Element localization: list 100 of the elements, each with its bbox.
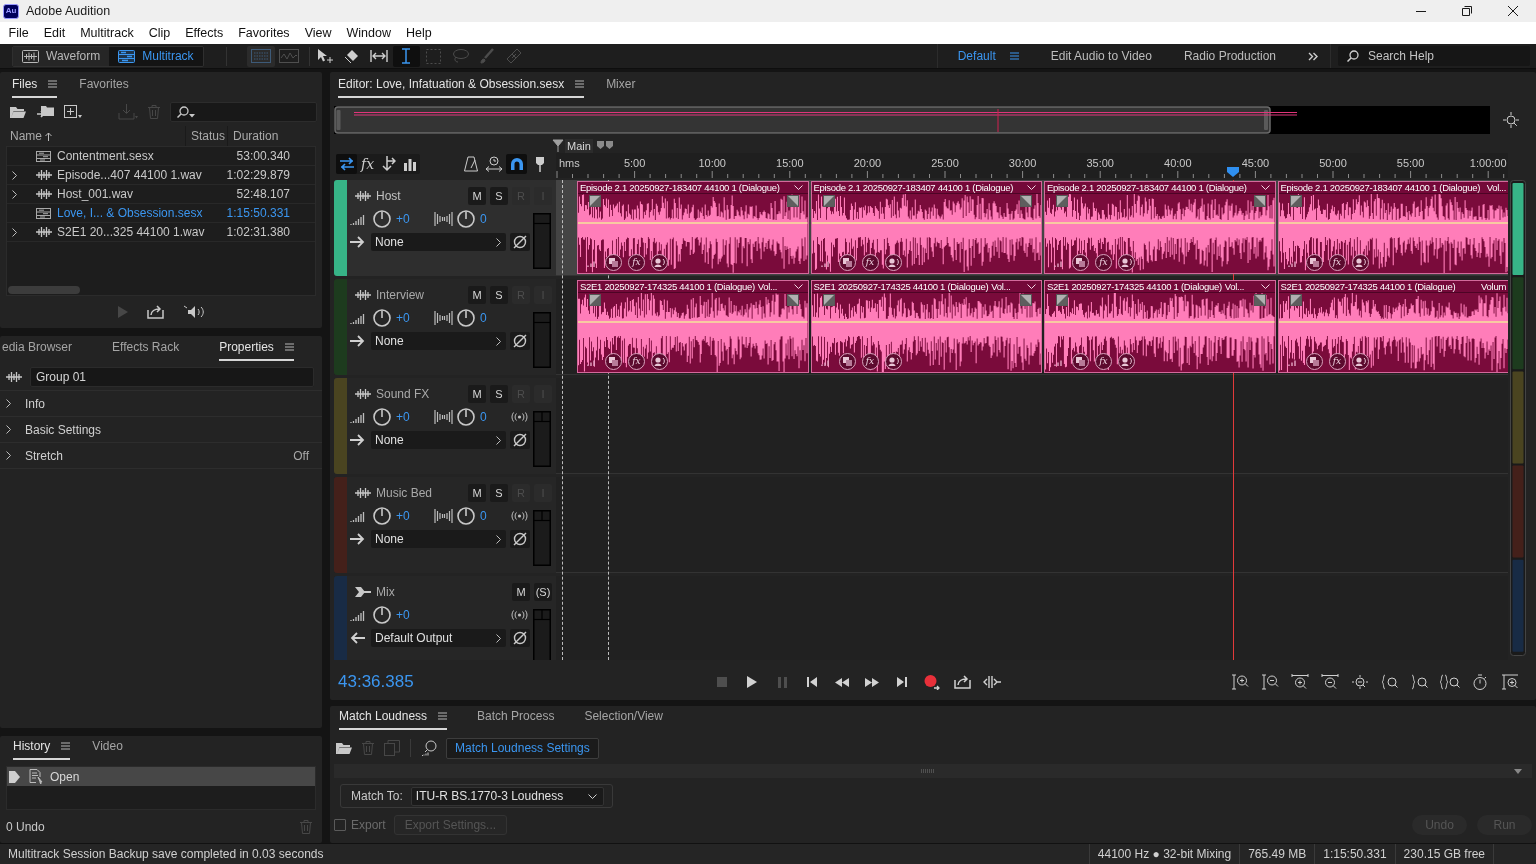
input-dropdown[interactable]: None bbox=[371, 431, 506, 449]
pan-value[interactable]: 0 bbox=[480, 210, 487, 228]
workspace-tab[interactable]: Radio Production bbox=[1183, 47, 1276, 65]
workspace-tab[interactable]: Default bbox=[957, 47, 1019, 65]
skip-to-start-icon[interactable] bbox=[807, 677, 817, 687]
track-button[interactable]: S bbox=[490, 385, 508, 403]
zoom-braces-icon[interactable] bbox=[1439, 674, 1461, 690]
playhead-marker[interactable] bbox=[1227, 167, 1240, 177]
time-selection-tool[interactable] bbox=[392, 45, 420, 67]
audio-clip[interactable]: S2E1 20250927-174325 44100 1 (Dialogue) Vol... fx bbox=[577, 280, 809, 373]
chevron-right-icon[interactable] bbox=[6, 451, 11, 460]
match-loudness-settings-button[interactable]: Match Loudness Settings bbox=[446, 737, 599, 759]
box-arrow-icon[interactable] bbox=[146, 305, 164, 319]
split-arrows-icon[interactable] bbox=[983, 676, 1001, 688]
voice-badge-icon[interactable] bbox=[1351, 254, 1369, 271]
box-arrow-icon[interactable] bbox=[953, 675, 971, 689]
group-badge-icon[interactable] bbox=[838, 353, 856, 370]
track-button[interactable]: S bbox=[490, 187, 508, 205]
zoom-in-time-icon[interactable] bbox=[1291, 674, 1309, 690]
track-button[interactable]: S bbox=[490, 484, 508, 502]
menu-item[interactable]: Clip bbox=[141, 23, 178, 43]
column-header[interactable]: Name bbox=[10, 127, 42, 145]
clip-menu-caret-icon[interactable] bbox=[793, 284, 803, 289]
panel-tab[interactable]: History bbox=[13, 737, 71, 760]
folder-icon[interactable] bbox=[10, 105, 26, 119]
skip-to-end-icon[interactable] bbox=[897, 677, 907, 687]
name-field[interactable]: Group 01 bbox=[30, 367, 314, 387]
group-badge-icon[interactable] bbox=[1305, 353, 1323, 370]
menu-item[interactable]: File bbox=[1, 23, 37, 43]
group-badge-icon[interactable] bbox=[838, 254, 856, 271]
file-name[interactable]: Episode...407 44100 1.wav bbox=[57, 166, 202, 184]
fade-in-handle-icon[interactable] bbox=[1289, 294, 1302, 306]
audio-clip[interactable]: Episode 2.1 20250927-183407 44100 1 (Dialogue) Vol... fx bbox=[1277, 181, 1508, 274]
minimize-icon[interactable] bbox=[1416, 10, 1426, 12]
group-badge-icon[interactable] bbox=[1305, 254, 1323, 271]
audio-clip[interactable]: Episode 2.1 20250927-183407 44100 1 (Dialogue) fx bbox=[1044, 181, 1276, 274]
section-title[interactable]: Stretch bbox=[25, 446, 63, 465]
track-name[interactable]: Mix bbox=[376, 583, 395, 601]
zoom-navigator-icon[interactable] bbox=[1502, 111, 1520, 129]
zoom-in-track-icon[interactable] bbox=[1501, 674, 1519, 690]
pan-value[interactable]: 0 bbox=[480, 309, 487, 327]
phase-button[interactable] bbox=[510, 431, 530, 449]
voice-badge-icon[interactable] bbox=[651, 353, 668, 370]
fade-in-handle-icon[interactable] bbox=[589, 294, 601, 306]
volume-value[interactable]: +0 bbox=[396, 309, 410, 327]
workspace-tab[interactable]: Edit Audio to Video bbox=[1050, 47, 1152, 65]
track-name[interactable]: Sound FX bbox=[376, 385, 430, 403]
group-badge-icon[interactable] bbox=[605, 254, 622, 271]
phase-button[interactable] bbox=[510, 233, 530, 251]
record-icon[interactable] bbox=[924, 674, 940, 690]
effects-badge[interactable]: fx bbox=[861, 254, 879, 271]
magnifier-bars-icon[interactable] bbox=[421, 740, 437, 756]
effects-badge[interactable]: fx bbox=[1328, 353, 1346, 370]
voice-badge-icon[interactable] bbox=[1118, 254, 1135, 271]
expand-chevron-icon[interactable] bbox=[12, 170, 17, 180]
restore-icon[interactable] bbox=[1462, 6, 1472, 16]
track-name[interactable]: Interview bbox=[376, 286, 425, 304]
volume-knob[interactable] bbox=[373, 507, 391, 525]
session-overview[interactable] bbox=[334, 106, 1490, 134]
chevron-right-icon[interactable] bbox=[6, 399, 11, 408]
voice-badge-icon[interactable] bbox=[1351, 353, 1369, 370]
panel-tab[interactable]: Selection/View bbox=[584, 707, 663, 730]
mode-tab[interactable]: Waveform bbox=[13, 46, 110, 66]
volume-knob[interactable] bbox=[373, 309, 391, 327]
folder-arrow-icon[interactable] bbox=[36, 104, 54, 120]
history-item[interactable]: Open bbox=[7, 767, 315, 786]
input-dropdown[interactable]: None bbox=[371, 332, 506, 350]
search-field[interactable] bbox=[170, 102, 317, 122]
marker-range-icon[interactable] bbox=[595, 139, 614, 152]
volume-knob[interactable] bbox=[373, 408, 391, 426]
effects-badge[interactable]: fx bbox=[628, 353, 645, 370]
scroll-sync-toggle[interactable] bbox=[483, 154, 504, 174]
plus-square-icon[interactable] bbox=[64, 105, 82, 119]
expand-chevron-icon[interactable] bbox=[12, 227, 17, 237]
clip-menu-caret-icon[interactable] bbox=[1260, 185, 1270, 190]
track-name[interactable]: Host bbox=[376, 187, 401, 205]
track-button[interactable]: M bbox=[468, 484, 486, 502]
group-badge-icon[interactable] bbox=[605, 353, 622, 370]
fade-in-handle-icon[interactable] bbox=[1056, 195, 1068, 207]
fade-out-handle-icon[interactable] bbox=[1020, 195, 1032, 207]
input-dropdown[interactable]: None bbox=[371, 233, 506, 251]
audio-clip[interactable]: Episode 2.1 20250927-183407 44100 1 (Dialogue) fx bbox=[810, 181, 1042, 274]
voice-badge-icon[interactable] bbox=[1118, 353, 1135, 370]
fade-in-handle-icon[interactable] bbox=[1289, 195, 1302, 207]
speaker-icon[interactable] bbox=[182, 305, 205, 319]
zoom-left-brace-icon[interactable] bbox=[1381, 674, 1399, 690]
column-header[interactable]: Duration bbox=[233, 127, 279, 145]
clip-menu-caret-icon[interactable] bbox=[1027, 284, 1036, 289]
mode-tab[interactable]: Multitrack bbox=[109, 46, 203, 66]
menu-item[interactable]: Effects bbox=[177, 23, 231, 43]
column-header[interactable]: Status bbox=[191, 127, 226, 145]
chevron-right-icon[interactable] bbox=[6, 425, 11, 434]
track-button[interactable]: S bbox=[490, 286, 508, 304]
fade-out-handle-icon[interactable] bbox=[1253, 294, 1266, 306]
volume-value[interactable]: +0 bbox=[396, 606, 410, 624]
zoom-right-brace-icon[interactable] bbox=[1411, 674, 1429, 690]
pan-value[interactable]: 0 bbox=[480, 507, 487, 525]
menu-item[interactable]: View bbox=[297, 23, 339, 43]
menu-item[interactable]: Multitrack bbox=[72, 23, 142, 43]
zoom-out-amplitude-icon[interactable] bbox=[1261, 674, 1279, 690]
